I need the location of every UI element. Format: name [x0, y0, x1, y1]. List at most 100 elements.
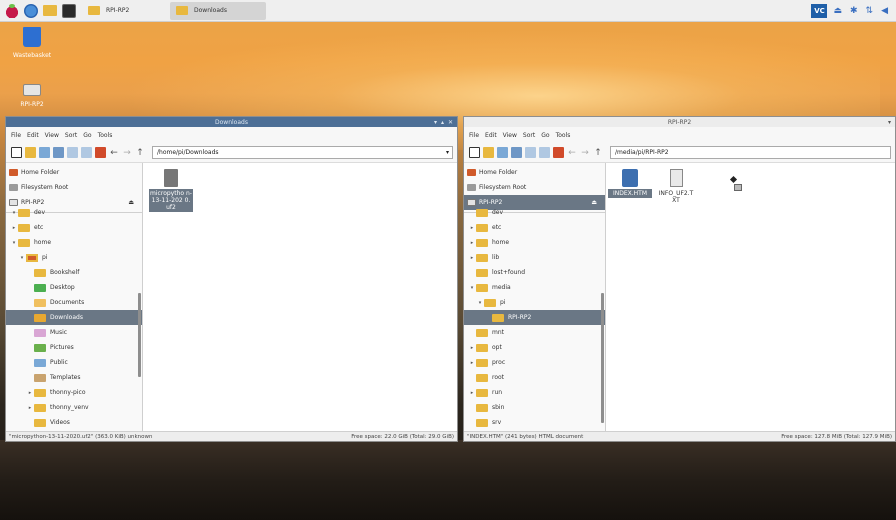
- eject-icon[interactable]: ⏏: [833, 6, 842, 16]
- list-view-icon[interactable]: [539, 147, 550, 158]
- icon-view-icon[interactable]: [39, 147, 50, 158]
- up-icon[interactable]: ↑: [135, 148, 145, 158]
- back-icon[interactable]: ←: [567, 148, 577, 158]
- menu-sort[interactable]: Sort: [65, 132, 77, 139]
- file-item-info-uf2[interactable]: INFO_UF2.T XT: [654, 169, 698, 205]
- tree-item-etc[interactable]: ▸ etc: [464, 220, 605, 235]
- list-view-icon[interactable]: [81, 147, 92, 158]
- window-titlebar[interactable]: RPI-RP2 ▾: [464, 117, 895, 127]
- tree-item-proc[interactable]: ▸ proc: [464, 355, 605, 370]
- icon-view-icon[interactable]: [497, 147, 508, 158]
- tree-item-lib[interactable]: ▸ lib: [464, 250, 605, 265]
- tree-item-videos[interactable]: Videos: [6, 415, 142, 430]
- tree-item-bookshelf[interactable]: Bookshelf: [6, 265, 142, 280]
- place-home-folder[interactable]: Home Folder: [6, 165, 142, 180]
- tree-item-pi[interactable]: ▾ pi: [6, 250, 142, 265]
- tree-item-pi[interactable]: ▾ pi: [464, 295, 605, 310]
- tree-item-public[interactable]: Public: [6, 355, 142, 370]
- home-icon[interactable]: [553, 147, 564, 158]
- tree-item-lost-found[interactable]: lost+found: [464, 265, 605, 280]
- menu-edit[interactable]: Edit: [27, 132, 39, 139]
- sidebar-scrollbar[interactable]: [601, 293, 604, 423]
- new-window-icon[interactable]: [469, 147, 480, 158]
- menu-tools[interactable]: Tools: [556, 132, 571, 139]
- sidebar-scrollbar[interactable]: [138, 293, 141, 377]
- tree-item-home[interactable]: ▸ home: [464, 235, 605, 250]
- back-icon[interactable]: ←: [109, 148, 119, 158]
- compact-view-icon[interactable]: [525, 147, 536, 158]
- file-view: INDEX.HTM INFO_UF2.T XT: [606, 163, 895, 431]
- tree-item-sbin[interactable]: sbin: [464, 400, 605, 415]
- tree-item-desktop[interactable]: Desktop: [6, 280, 142, 295]
- tree-item-downloads[interactable]: Downloads: [6, 310, 142, 325]
- chevron-down-icon[interactable]: ▾: [446, 147, 449, 158]
- menu-sort[interactable]: Sort: [523, 132, 535, 139]
- tree-item-mnt[interactable]: mnt: [464, 325, 605, 340]
- home-icon[interactable]: [95, 147, 106, 158]
- tree-item-thonny-pico[interactable]: ▸ thonny-pico: [6, 385, 142, 400]
- desktop-icon-rpi-rp2[interactable]: RPI-RP2: [7, 84, 57, 108]
- bluetooth-icon[interactable]: ✱: [850, 6, 858, 16]
- menu-go[interactable]: Go: [541, 132, 549, 139]
- maximize-icon[interactable]: ▴: [441, 119, 444, 126]
- tree-item-pictures[interactable]: Pictures: [6, 340, 142, 355]
- folder-icon: [88, 6, 100, 15]
- place-home-folder[interactable]: Home Folder: [464, 165, 605, 180]
- thumbnail-view-icon[interactable]: [53, 147, 64, 158]
- raspberry-menu-icon[interactable]: [5, 3, 19, 18]
- place-filesystem-root[interactable]: Filesystem Root: [464, 180, 605, 195]
- menu-go[interactable]: Go: [83, 132, 91, 139]
- toolbar: ← → ↑ /media/pi/RPI-RP2: [464, 143, 895, 163]
- new-folder-icon[interactable]: [25, 147, 36, 158]
- vnc-icon[interactable]: VC: [811, 4, 828, 18]
- menu-edit[interactable]: Edit: [485, 132, 497, 139]
- desktop-icon-label: RPI-RP2: [20, 101, 44, 108]
- forward-icon[interactable]: →: [122, 148, 132, 158]
- thumbnail-view-icon[interactable]: [511, 147, 522, 158]
- file-item-index-htm[interactable]: INDEX.HTM: [608, 169, 652, 198]
- tree-item-run[interactable]: ▸ run: [464, 385, 605, 400]
- taskbar-task-downloads[interactable]: Downloads: [170, 1, 266, 20]
- network-icon[interactable]: ⇅: [866, 6, 874, 16]
- tree-item-templates[interactable]: Templates: [6, 370, 142, 385]
- new-window-icon[interactable]: [11, 147, 22, 158]
- menu-view[interactable]: View: [503, 132, 517, 139]
- place-filesystem-root[interactable]: Filesystem Root: [6, 180, 142, 195]
- minimize-icon[interactable]: ▾: [888, 119, 891, 126]
- tree-item-music[interactable]: Music: [6, 325, 142, 340]
- file-manager-window-downloads: Downloads ▾ ▴ ✕ File Edit View Sort Go T…: [5, 116, 458, 442]
- tree-item-root[interactable]: root: [464, 370, 605, 385]
- path-bar[interactable]: /media/pi/RPI-RP2: [610, 146, 891, 159]
- tree-item-dev[interactable]: ▾ dev: [6, 205, 142, 220]
- forward-icon[interactable]: →: [580, 148, 590, 158]
- menu-file[interactable]: File: [469, 132, 479, 139]
- menu-file[interactable]: File: [11, 132, 21, 139]
- tree-item-dev[interactable]: dev: [464, 205, 605, 220]
- menu-tools[interactable]: Tools: [98, 132, 113, 139]
- minimize-icon[interactable]: ▾: [434, 119, 437, 126]
- tree-item-rpi-rp2[interactable]: RPI-RP2: [464, 310, 605, 325]
- tree-item-etc[interactable]: ▸ etc: [6, 220, 142, 235]
- tree-item-media[interactable]: ▾ media: [464, 280, 605, 295]
- tree-item-home[interactable]: ▾ home: [6, 235, 142, 250]
- tree-item-thonny-venv[interactable]: ▸ thonny_venv: [6, 400, 142, 415]
- file-icon: [164, 169, 178, 187]
- terminal-icon[interactable]: [62, 3, 76, 18]
- menu-view[interactable]: View: [45, 132, 59, 139]
- tree-item-srv[interactable]: srv: [464, 415, 605, 430]
- up-icon[interactable]: ↑: [593, 148, 603, 158]
- close-icon[interactable]: ✕: [448, 119, 453, 126]
- volume-icon[interactable]: ◀: [881, 6, 888, 16]
- tree-item-documents[interactable]: Documents: [6, 295, 142, 310]
- desktop-icon-wastebasket[interactable]: Wastebasket: [7, 27, 57, 59]
- compact-view-icon[interactable]: [67, 147, 78, 158]
- tree-item-opt[interactable]: ▸ opt: [464, 340, 605, 355]
- menubar: File Edit View Sort Go Tools: [6, 127, 457, 143]
- path-bar[interactable]: /home/pi/Downloads ▾: [152, 146, 453, 159]
- window-titlebar[interactable]: Downloads ▾ ▴ ✕: [6, 117, 457, 127]
- taskbar-task-rpi-rp2[interactable]: RPI-RP2: [82, 2, 164, 20]
- browser-icon[interactable]: [24, 3, 38, 18]
- new-folder-icon[interactable]: [483, 147, 494, 158]
- file-item-micropython-uf2[interactable]: micropytho n-13-11-202 0.uf2: [149, 169, 193, 212]
- file-manager-icon[interactable]: [43, 5, 57, 16]
